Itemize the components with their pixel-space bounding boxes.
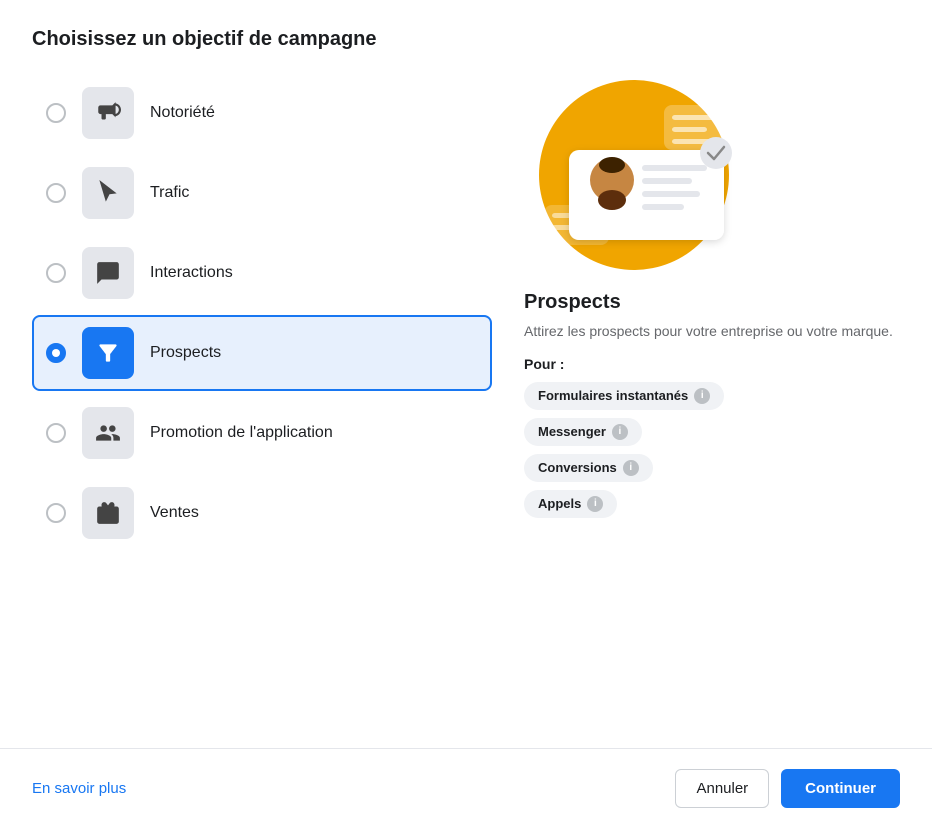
interactions-label: Interactions bbox=[150, 264, 233, 282]
radio-ventes bbox=[46, 503, 66, 523]
radio-inner bbox=[52, 349, 60, 357]
illustration-svg bbox=[524, 75, 744, 275]
left-panel: Notoriété Trafic bbox=[32, 75, 492, 724]
tag-conversions[interactable]: Conversions i bbox=[524, 454, 653, 482]
tag-appels[interactable]: Appels i bbox=[524, 490, 617, 518]
learn-more-link[interactable]: En savoir plus bbox=[32, 780, 126, 797]
tag-formulaires-label: Formulaires instantanés bbox=[538, 388, 688, 403]
info-icon-appels[interactable]: i bbox=[587, 496, 603, 512]
trafic-label: Trafic bbox=[150, 184, 189, 202]
tag-messenger-label: Messenger bbox=[538, 424, 606, 439]
tag-formulaires[interactable]: Formulaires instantanés i bbox=[524, 382, 724, 410]
content-area: Notoriété Trafic bbox=[32, 75, 900, 724]
prospect-title: Prospects bbox=[524, 291, 621, 314]
notoriete-label: Notoriété bbox=[150, 104, 215, 122]
radio-trafic bbox=[46, 183, 66, 203]
modal-title: Choisissez un objectif de campagne bbox=[32, 28, 900, 51]
tag-conversions-label: Conversions bbox=[538, 460, 617, 475]
radio-promotion bbox=[46, 423, 66, 443]
option-trafic[interactable]: Trafic bbox=[32, 155, 492, 231]
option-promotion[interactable]: Promotion de l'application bbox=[32, 395, 492, 471]
option-interactions[interactable]: Interactions bbox=[32, 235, 492, 311]
info-icon-formulaires[interactable]: i bbox=[694, 388, 710, 404]
continue-button[interactable]: Continuer bbox=[781, 769, 900, 808]
cursor-icon bbox=[82, 167, 134, 219]
tag-appels-label: Appels bbox=[538, 496, 581, 511]
option-ventes[interactable]: Ventes bbox=[32, 475, 492, 551]
radio-notoriete bbox=[46, 103, 66, 123]
info-icon-conversions[interactable]: i bbox=[623, 460, 639, 476]
footer-buttons: Annuler Continuer bbox=[675, 769, 900, 808]
prospect-desc: Attirez les prospects pour votre entrepr… bbox=[524, 322, 893, 342]
tags-list: Formulaires instantanés i Messenger i Co… bbox=[524, 382, 724, 518]
cancel-button[interactable]: Annuler bbox=[675, 769, 769, 808]
promotion-label: Promotion de l'application bbox=[150, 424, 333, 442]
right-panel: Prospects Attirez les prospects pour vot… bbox=[492, 75, 900, 724]
filter-icon bbox=[82, 327, 134, 379]
modal-footer: En savoir plus Annuler Continuer bbox=[0, 748, 932, 828]
people-icon bbox=[82, 407, 134, 459]
modal-container: Choisissez un objectif de campagne Notor… bbox=[0, 0, 932, 724]
option-prospects[interactable]: Prospects bbox=[32, 315, 492, 391]
megaphone-icon bbox=[82, 87, 134, 139]
option-notoriete[interactable]: Notoriété bbox=[32, 75, 492, 151]
info-icon-messenger[interactable]: i bbox=[612, 424, 628, 440]
prospects-label: Prospects bbox=[150, 344, 221, 362]
pour-label: Pour : bbox=[524, 356, 564, 372]
radio-prospects bbox=[46, 343, 66, 363]
ventes-label: Ventes bbox=[150, 504, 199, 522]
illustration bbox=[524, 75, 744, 275]
radio-interactions bbox=[46, 263, 66, 283]
chat-icon bbox=[82, 247, 134, 299]
briefcase-icon bbox=[82, 487, 134, 539]
tag-messenger[interactable]: Messenger i bbox=[524, 418, 642, 446]
